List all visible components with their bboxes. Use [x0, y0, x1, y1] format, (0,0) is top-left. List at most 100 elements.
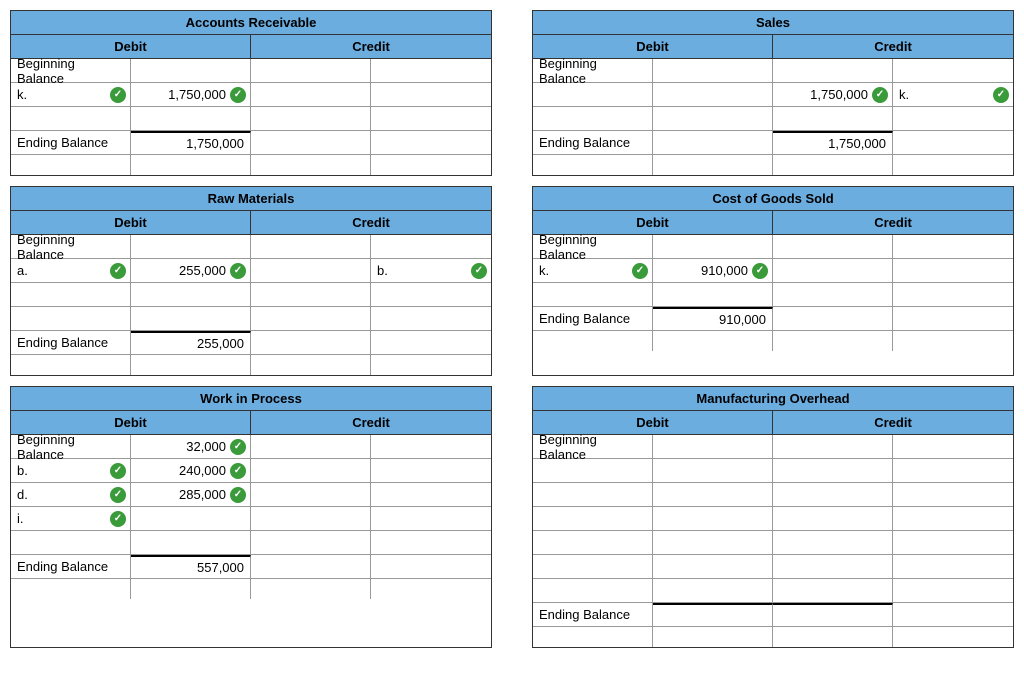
cell[interactable]: [773, 483, 893, 507]
cell[interactable]: [773, 235, 893, 259]
cell[interactable]: [371, 307, 491, 331]
cell[interactable]: [773, 259, 893, 283]
cell[interactable]: [773, 107, 893, 131]
entry-label[interactable]: k.: [533, 259, 653, 283]
cell[interactable]: [251, 435, 371, 459]
cell[interactable]: [893, 59, 1013, 83]
cell[interactable]: [773, 507, 893, 531]
cell[interactable]: [773, 459, 893, 483]
cell[interactable]: [251, 235, 371, 259]
cell[interactable]: [653, 483, 773, 507]
cell[interactable]: [131, 59, 251, 83]
cell[interactable]: [251, 83, 371, 107]
cell[interactable]: [533, 483, 653, 507]
cell[interactable]: [893, 235, 1013, 259]
cell[interactable]: [131, 283, 251, 307]
cell[interactable]: [533, 579, 653, 603]
cell[interactable]: [371, 107, 491, 131]
cell[interactable]: [773, 435, 893, 459]
cell[interactable]: [533, 459, 653, 483]
cell[interactable]: [533, 531, 653, 555]
cell[interactable]: [773, 59, 893, 83]
cell[interactable]: [251, 107, 371, 131]
cell[interactable]: [773, 555, 893, 579]
cell[interactable]: [371, 235, 491, 259]
cell[interactable]: [653, 235, 773, 259]
cell[interactable]: [11, 531, 131, 555]
entry-label[interactable]: k.: [893, 83, 1013, 107]
entry-label[interactable]: b.: [371, 259, 491, 283]
cell[interactable]: [11, 107, 131, 131]
cell[interactable]: [773, 531, 893, 555]
cell: [893, 307, 1013, 331]
entry-amount[interactable]: 1,750,000: [131, 83, 251, 107]
beginning-amount[interactable]: 32,000: [131, 435, 251, 459]
cell[interactable]: [773, 579, 893, 603]
cell[interactable]: [371, 435, 491, 459]
cell[interactable]: [653, 59, 773, 83]
entry-label[interactable]: d.: [11, 483, 131, 507]
cell[interactable]: [251, 507, 371, 531]
cell[interactable]: [251, 459, 371, 483]
cell[interactable]: [131, 507, 251, 531]
cell[interactable]: [371, 507, 491, 531]
cell[interactable]: [893, 531, 1013, 555]
cell[interactable]: [653, 283, 773, 307]
cell[interactable]: [893, 435, 1013, 459]
cell[interactable]: [11, 283, 131, 307]
cell[interactable]: [131, 235, 251, 259]
entry-amount[interactable]: 255,000: [131, 259, 251, 283]
cell[interactable]: [653, 83, 773, 107]
entry-amount[interactable]: 240,000: [131, 459, 251, 483]
cell[interactable]: [371, 59, 491, 83]
cell[interactable]: [653, 579, 773, 603]
cell[interactable]: [371, 459, 491, 483]
cell[interactable]: [893, 555, 1013, 579]
cell[interactable]: [653, 435, 773, 459]
cell[interactable]: [251, 259, 371, 283]
cell[interactable]: [533, 83, 653, 107]
cell[interactable]: [893, 107, 1013, 131]
entry-amount[interactable]: 285,000: [131, 483, 251, 507]
entry-label[interactable]: b.: [11, 459, 131, 483]
cell[interactable]: [893, 507, 1013, 531]
cell[interactable]: [533, 507, 653, 531]
cell[interactable]: [371, 283, 491, 307]
taccount-moh: Manufacturing Overhead Debit Credit Begi…: [532, 386, 1014, 648]
entry-label[interactable]: i.: [11, 507, 131, 531]
cell[interactable]: [371, 531, 491, 555]
cell[interactable]: [131, 307, 251, 331]
entry-label[interactable]: a.: [11, 259, 131, 283]
cell[interactable]: [371, 483, 491, 507]
entry-amount[interactable]: 1,750,000: [773, 83, 893, 107]
cell[interactable]: [893, 579, 1013, 603]
taccount-wip: Work in Process Debit Credit Beginning B…: [10, 386, 492, 648]
cell[interactable]: [533, 107, 653, 131]
cell[interactable]: [251, 283, 371, 307]
cell[interactable]: [653, 555, 773, 579]
cell[interactable]: [11, 307, 131, 331]
entry-label[interactable]: k.: [11, 83, 131, 107]
cell[interactable]: [653, 459, 773, 483]
cell[interactable]: [533, 555, 653, 579]
cell[interactable]: [653, 107, 773, 131]
beginning-balance-label: Beginning Balance: [533, 235, 653, 259]
cell[interactable]: [131, 531, 251, 555]
cell[interactable]: [893, 483, 1013, 507]
cell[interactable]: [773, 283, 893, 307]
cell[interactable]: [251, 483, 371, 507]
cell[interactable]: [653, 531, 773, 555]
account-title: Accounts Receivable: [11, 11, 491, 35]
cell[interactable]: [371, 83, 491, 107]
cell[interactable]: [893, 283, 1013, 307]
cell[interactable]: [251, 59, 371, 83]
cell[interactable]: [251, 307, 371, 331]
account-title: Manufacturing Overhead: [533, 387, 1013, 411]
cell[interactable]: [893, 459, 1013, 483]
cell[interactable]: [893, 259, 1013, 283]
cell[interactable]: [251, 531, 371, 555]
cell[interactable]: [131, 107, 251, 131]
cell[interactable]: [653, 507, 773, 531]
cell[interactable]: [533, 283, 653, 307]
entry-amount[interactable]: 910,000: [653, 259, 773, 283]
